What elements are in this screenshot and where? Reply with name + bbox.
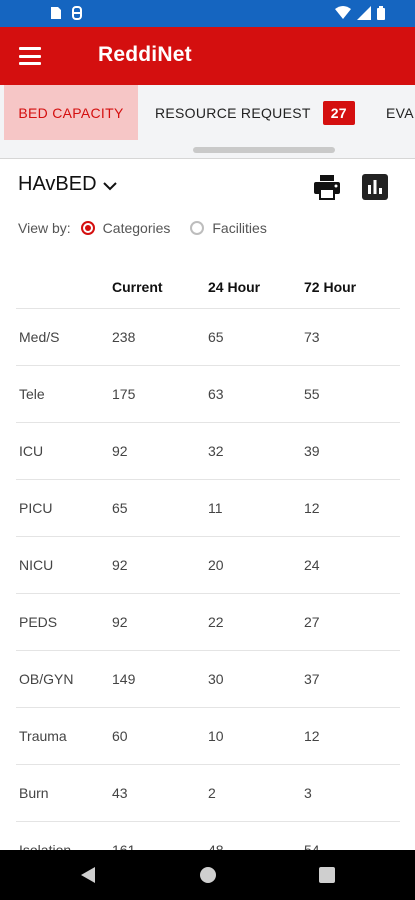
column-header: 72 Hour	[304, 278, 357, 295]
print-icon[interactable]	[313, 174, 341, 200]
table-row[interactable]: OB/GYN 149 30 37	[16, 651, 400, 708]
view-by-label: View by:	[18, 220, 71, 236]
radio-label: Facilities	[212, 220, 267, 236]
72-hour-cell: 55	[304, 386, 320, 402]
table-header: Current 24 Hour 72 Hour	[16, 265, 400, 309]
column-header: 24 Hour	[208, 278, 261, 295]
category-cell: ICU	[19, 443, 44, 459]
24-hour-cell: 10	[208, 728, 224, 744]
24-hour-cell: 65	[208, 329, 224, 345]
category-cell: Trauma	[19, 728, 67, 744]
category-cell: PICU	[19, 500, 53, 516]
24-hour-cell: 22	[208, 614, 224, 630]
radio-facilities[interactable]: Facilities	[190, 220, 267, 236]
current-cell: 92	[112, 443, 128, 459]
current-cell: 238	[112, 329, 136, 345]
radio-selected-icon[interactable]	[80, 221, 95, 235]
menu-icon[interactable]	[18, 45, 42, 67]
chevron-down-icon	[102, 181, 117, 190]
current-cell: 92	[112, 614, 128, 630]
radio-label: Categories	[102, 220, 171, 236]
72-hour-cell: 37	[304, 671, 320, 687]
table-row[interactable]: NICU 92 20 24	[16, 537, 400, 594]
bed-capacity-table: Current 24 Hour 72 Hour Med/S 238 65 73 …	[16, 265, 400, 879]
sim-icon	[51, 7, 61, 19]
app-title: ReddiNet	[98, 43, 192, 66]
radio-unselected-icon[interactable]	[190, 221, 205, 235]
table-row[interactable]: ICU 92 32 39	[16, 423, 400, 480]
72-hour-cell: 27	[304, 614, 320, 630]
app-bar: ReddiNet	[0, 27, 415, 85]
table-row[interactable]: PICU 65 11 12	[16, 480, 400, 537]
signal-icon	[357, 6, 371, 20]
tab-eva[interactable]: EVA	[386, 85, 414, 140]
category-cell: Med/S	[19, 329, 60, 345]
dataset-dropdown[interactable]: HAvBED	[18, 173, 117, 196]
column-header: Current	[112, 278, 163, 295]
category-cell: Burn	[19, 785, 49, 801]
current-cell: 175	[112, 386, 136, 402]
category-cell: PEDS	[19, 614, 58, 630]
72-hour-cell: 39	[304, 443, 320, 459]
72-hour-cell: 3	[304, 785, 312, 801]
data-icon	[72, 6, 82, 20]
current-cell: 60	[112, 728, 128, 744]
24-hour-cell: 20	[208, 557, 224, 573]
battery-icon	[377, 6, 385, 20]
24-hour-cell: 32	[208, 443, 224, 459]
current-cell: 65	[112, 500, 128, 516]
current-cell: 92	[112, 557, 128, 573]
24-hour-cell: 63	[208, 386, 224, 402]
dataset-label: HAvBED	[18, 173, 97, 195]
category-cell: OB/GYN	[19, 671, 74, 687]
tab-label: RESOURCE REQUEST	[155, 104, 311, 121]
24-hour-cell: 2	[208, 785, 216, 801]
bar-chart-icon[interactable]	[362, 174, 388, 200]
24-hour-cell: 11	[208, 500, 223, 516]
view-by-group: View by: Categories Facilities	[18, 220, 267, 236]
table-row[interactable]: Med/S 238 65 73	[16, 309, 400, 366]
radio-categories[interactable]: Categories	[80, 220, 171, 236]
system-nav-bar	[0, 850, 415, 900]
tab-label: EVA	[386, 104, 414, 121]
table-row[interactable]: Trauma 60 10 12	[16, 708, 400, 765]
home-icon[interactable]	[200, 867, 216, 883]
24-hour-cell: 30	[208, 671, 224, 687]
back-icon[interactable]	[80, 866, 96, 884]
72-hour-cell: 24	[304, 557, 320, 573]
tab-scroll-indicator	[193, 147, 335, 153]
category-cell: Tele	[19, 386, 45, 402]
table-row[interactable]: Tele 175 63 55	[16, 366, 400, 423]
table-row[interactable]: Burn 43 2 3	[16, 765, 400, 822]
72-hour-cell: 12	[304, 500, 320, 516]
wifi-icon	[335, 6, 351, 19]
status-bar	[0, 0, 415, 27]
tab-resource-request[interactable]: RESOURCE REQUEST 27	[155, 85, 355, 140]
tab-label: BED CAPACITY	[18, 104, 124, 121]
72-hour-cell: 12	[304, 728, 320, 744]
current-cell: 149	[112, 671, 136, 687]
category-cell: NICU	[19, 557, 54, 573]
tab-bar: BED CAPACITY RESOURCE REQUEST 27 EVA	[0, 85, 415, 159]
count-badge: 27	[322, 100, 355, 125]
tab-bed-capacity[interactable]: BED CAPACITY	[4, 85, 138, 140]
recents-icon[interactable]	[319, 867, 335, 883]
table-row[interactable]: PEDS 92 22 27	[16, 594, 400, 651]
72-hour-cell: 73	[304, 329, 320, 345]
current-cell: 43	[112, 785, 128, 801]
